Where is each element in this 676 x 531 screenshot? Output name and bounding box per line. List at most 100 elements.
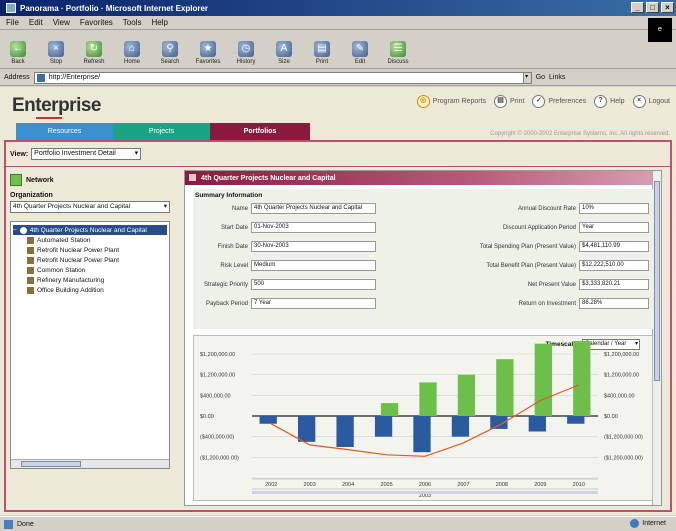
stop-button[interactable]: × Stop bbox=[44, 41, 68, 65]
maximize-button[interactable]: □ bbox=[646, 2, 659, 13]
search-button[interactable]: ⚲ Search bbox=[158, 41, 182, 65]
project-icon bbox=[27, 256, 34, 264]
field-value: $4,481,110.99 bbox=[579, 241, 649, 252]
y-tick-label-right: $1,200,000.00 bbox=[604, 373, 639, 379]
y-tick-label-right: ($1,200,000.00) bbox=[604, 435, 643, 441]
field-label: Payback Period bbox=[205, 300, 248, 307]
field-label: Discount Application Period bbox=[502, 224, 576, 231]
tree-item[interactable]: Retrofit Nuclear Power Plant bbox=[13, 245, 167, 255]
left-panel: Network Organization 4th Quarter Project… bbox=[10, 172, 180, 506]
history-icon: ◷ bbox=[238, 41, 254, 57]
logout-icon: × bbox=[632, 95, 646, 108]
field-value: 01-Nov-2003 bbox=[251, 222, 376, 233]
menu-tools[interactable]: Tools bbox=[123, 18, 142, 27]
field-value: 30-Nov-2003 bbox=[251, 241, 376, 252]
summary-section: Summary Information Name 4th Quarter Proj… bbox=[193, 189, 653, 329]
organization-select[interactable]: 4th Quarter Projects Nuclear and Capital bbox=[10, 201, 170, 213]
home-button[interactable]: ⌂ Home bbox=[120, 41, 144, 65]
summary-field: Return on Investment 86.28% bbox=[389, 298, 649, 309]
summary-field: Name 4th Quarter Projects Nuclear and Cap… bbox=[193, 203, 376, 214]
spending-bar bbox=[336, 416, 354, 447]
x-tick-label: 2009 bbox=[534, 482, 546, 488]
x-tick-label: 2010 bbox=[573, 482, 585, 488]
brand-underline bbox=[36, 117, 62, 119]
field-value: 7 Year bbox=[251, 298, 376, 309]
menu-file[interactable]: File bbox=[6, 18, 19, 27]
address-input[interactable]: http://Enterprise/ bbox=[33, 71, 524, 84]
tree-item[interactable]: Common Station bbox=[13, 265, 167, 275]
links-button[interactable]: Links bbox=[549, 74, 565, 81]
size-button[interactable]: A Size bbox=[272, 41, 296, 65]
panel-title: 4th Quarter Projects Nuclear and Capital bbox=[185, 171, 661, 185]
tab-projects[interactable]: Projects bbox=[113, 123, 210, 140]
preferences-link[interactable]: ✓ Preferences bbox=[532, 95, 586, 108]
field-label: Name bbox=[231, 205, 248, 212]
summary-field: Start Date 01-Nov-2003 bbox=[193, 222, 376, 233]
program-reports-link[interactable]: ◎ Program Reports bbox=[416, 95, 486, 108]
tree-item[interactable]: Office Building Addition bbox=[13, 285, 167, 295]
back-arrow-icon: ← bbox=[10, 41, 26, 57]
benefit-bar bbox=[419, 382, 437, 416]
history-button[interactable]: ◷ History bbox=[234, 41, 258, 65]
scrollbar-thumb[interactable] bbox=[654, 181, 660, 381]
scrollbar-thumb[interactable] bbox=[21, 461, 81, 467]
tree-item[interactable]: Refinery Manufacturing bbox=[13, 275, 167, 285]
tree-horizontal-scrollbar[interactable] bbox=[11, 459, 169, 468]
view-label: View: bbox=[10, 150, 29, 158]
edit-button[interactable]: ✎ Edit bbox=[348, 41, 372, 65]
chart-svg: $1,200,000.00 $1,200,000.00 $400,000.00 $0.… bbox=[200, 341, 643, 499]
organization-label: Organization bbox=[10, 192, 53, 199]
y-tick-label: $1,200,000.00 bbox=[200, 352, 235, 358]
discuss-button[interactable]: ☰ Discuss bbox=[386, 41, 410, 65]
zone-text: Internet bbox=[642, 520, 666, 527]
preferences-icon: ✓ bbox=[532, 95, 546, 108]
collapse-icon[interactable]: − bbox=[13, 227, 17, 234]
x-tick-label: 2006 bbox=[419, 482, 431, 488]
field-value: $12,222,510.00 bbox=[579, 260, 649, 271]
summary-title: Summary Information bbox=[195, 192, 263, 199]
portfolio-tree: − 4th Quarter Projects Nuclear and Capit… bbox=[10, 221, 170, 469]
print-link-icon: ▤ bbox=[494, 95, 508, 108]
tree-item[interactable]: Automated Station bbox=[13, 235, 167, 245]
help-link[interactable]: ? Help bbox=[594, 95, 625, 108]
benefit-bar bbox=[457, 374, 476, 416]
detail-panel: 4th Quarter Projects Nuclear and Capital… bbox=[184, 170, 662, 506]
view-select[interactable]: Portfolio Investment Detail bbox=[31, 148, 142, 160]
close-button[interactable]: × bbox=[661, 2, 674, 13]
favorites-button[interactable]: ★ Favorites bbox=[196, 41, 220, 65]
tab-resources[interactable]: Resources bbox=[16, 123, 113, 140]
back-button[interactable]: ← Back bbox=[6, 41, 30, 65]
go-button[interactable]: Go bbox=[536, 74, 545, 81]
spending-bar bbox=[567, 416, 585, 424]
menu-view[interactable]: View bbox=[53, 18, 70, 27]
menu-favorites[interactable]: Favorites bbox=[80, 18, 113, 27]
refresh-button[interactable]: ↻ Refresh bbox=[82, 41, 106, 65]
menu-help[interactable]: Help bbox=[151, 18, 167, 27]
network-row[interactable]: Network bbox=[10, 174, 180, 186]
field-label: Return on Investment bbox=[518, 300, 576, 307]
main-tabs: Resources Projects Portfolios bbox=[16, 123, 310, 140]
tab-portfolios[interactable]: Portfolios bbox=[210, 123, 310, 140]
menu-edit[interactable]: Edit bbox=[29, 18, 43, 27]
y-tick-label: $1,200,000.00 bbox=[200, 373, 235, 379]
summary-field: Net Present Value $3,333,820.21 bbox=[389, 279, 649, 290]
print-link[interactable]: ▤ Print bbox=[494, 95, 524, 108]
benefit-bar bbox=[534, 343, 552, 416]
field-value: Year bbox=[579, 222, 649, 233]
tree-root[interactable]: − 4th Quarter Projects Nuclear and Capit… bbox=[13, 225, 167, 235]
discuss-icon: ☰ bbox=[390, 41, 406, 57]
print-button[interactable]: ▤ Print bbox=[310, 41, 334, 65]
minimize-button[interactable]: _ bbox=[631, 2, 644, 13]
stop-icon: × bbox=[48, 41, 64, 57]
reports-icon: ◎ bbox=[416, 95, 430, 108]
window-title-bar[interactable]: Panorama · Portfolio · Microsoft Interne… bbox=[0, 0, 676, 16]
summary-field: Total Benefit Plan (Present Value) $12,22… bbox=[389, 260, 649, 271]
logout-link[interactable]: × Logout bbox=[632, 95, 670, 108]
field-value: 500 bbox=[251, 279, 376, 290]
window-title: Panorama · Portfolio · Microsoft Interne… bbox=[20, 3, 209, 13]
project-icon bbox=[27, 246, 34, 254]
portfolio-frame: View: Portfolio Investment Detail Networ… bbox=[4, 140, 672, 512]
summary-field: Payback Period 7 Year bbox=[193, 298, 376, 309]
tree-item[interactable]: Retrofit Nuclear Power Plant bbox=[13, 255, 167, 265]
copyright-text: Copyright © 2000-2002 Enterprise Systems… bbox=[490, 131, 670, 137]
